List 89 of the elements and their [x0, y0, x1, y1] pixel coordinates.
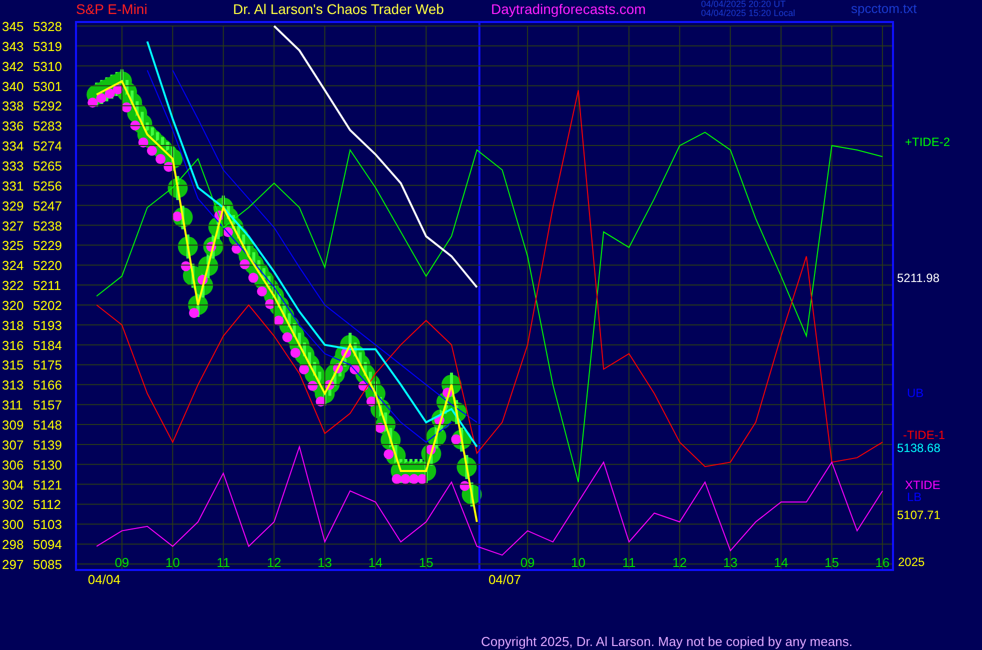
y-axis-label: 5292 [33, 98, 62, 114]
website-name: Daytradingforecasts.com [491, 0, 647, 18]
x-axis-label: 11 [622, 555, 636, 570]
series-label: XTIDE [905, 478, 940, 492]
y-axis-label: 5283 [33, 118, 62, 134]
x-axis-label: 13 [723, 555, 738, 570]
y-axis-label: 5220 [33, 258, 62, 274]
y-axis-label: 5328 [33, 20, 62, 34]
series-label: +TIDE-2 [905, 135, 950, 149]
y-axis-label: 324 [2, 258, 24, 274]
x-axis-label: 10 [165, 555, 180, 570]
y-axis-label: 313 [2, 378, 24, 393]
y-axis-label: 333 [2, 158, 24, 174]
y-axis-label: 302 [2, 497, 24, 512]
y-axis-label: 325 [2, 238, 24, 254]
y-axis-label: 320 [2, 298, 24, 313]
date-label: 04/04 [88, 572, 120, 587]
date-label: 04/07 [488, 572, 521, 587]
chart-title: Dr. Al Larson's Chaos Trader Web [233, 0, 445, 18]
y-axis-label: 5247 [33, 198, 62, 214]
y-axis-label: 306 [2, 457, 24, 472]
y-axis-label: 5085 [33, 557, 62, 572]
y-axis-label: 311 [2, 398, 23, 413]
y-axis-label: 5112 [33, 497, 61, 512]
y-axis-label: 5130 [33, 457, 62, 472]
x-axis-label: 15 [418, 555, 434, 570]
y-axis-label: 5121 [33, 477, 62, 492]
y-axis-label: 5319 [33, 38, 62, 54]
x-axis-label: 10 [571, 555, 586, 570]
y-axis-label: 336 [2, 118, 24, 134]
x-axis-label: 09 [520, 555, 535, 570]
y-axis-label: 316 [2, 338, 24, 353]
series-label: 5138.68 [897, 441, 940, 455]
y-axis-label: 5211 [33, 278, 61, 294]
y-axis-label: 298 [2, 537, 24, 552]
y-axis-label: 5094 [33, 537, 62, 552]
series-label: -TIDE-1 [903, 428, 945, 442]
y-axis-label: 309 [2, 418, 24, 433]
y-axis-label: 5139 [33, 437, 62, 452]
y-axis-label: 5265 [33, 158, 62, 174]
y-axis-label: 5184 [33, 338, 62, 353]
y-axis-label: 5202 [33, 298, 62, 313]
y-axis-label: 5301 [33, 78, 62, 94]
x-axis-label: 14 [368, 555, 383, 570]
y-axis-label: 327 [2, 218, 24, 234]
y-axis-label: 334 [2, 138, 24, 154]
y-axis-label: 343 [2, 38, 24, 54]
y-axis-label: 5256 [33, 178, 62, 194]
x-axis-label: 16 [875, 555, 890, 570]
x-axis-label: 14 [774, 555, 788, 570]
y-axis-label: 304 [2, 477, 24, 492]
y-axis-label: 342 [2, 58, 24, 74]
y-axis-label: 340 [2, 78, 24, 94]
y-axis-label: 329 [2, 198, 24, 214]
y-axis-label: 5229 [33, 238, 62, 254]
y-axis-label: 5310 [33, 58, 62, 74]
y-axis-label: 5274 [33, 138, 62, 154]
series-label: 5211.98 [897, 271, 940, 285]
series-label: 2025 [898, 555, 925, 569]
y-axis-label: 300 [2, 517, 24, 532]
y-axis-label: 318 [2, 318, 24, 333]
x-axis-label: 13 [318, 555, 332, 570]
y-axis-label: 297 [2, 557, 24, 572]
y-axis-label: 5157 [33, 398, 62, 413]
x-axis-label: 09 [114, 555, 130, 570]
y-axis-label: 345 [2, 20, 24, 34]
x-axis-label: 15 [824, 555, 839, 570]
y-axis-label: 5175 [33, 358, 62, 373]
y-axis-label: 5148 [33, 418, 62, 433]
x-axis-label: 12 [672, 555, 687, 570]
timestamp: 04/04/2025 20:20 UT [701, 0, 787, 9]
timestamp: 04/04/2025 15:20 Local [701, 9, 796, 18]
y-axis-label: 5238 [33, 218, 62, 234]
y-axis-label: 338 [2, 98, 24, 114]
series-label: UB [907, 386, 924, 400]
y-axis-label: 5193 [33, 318, 62, 333]
file-name: spcctom.txt [851, 0, 918, 18]
series-label: 5107.71 [897, 508, 940, 522]
y-axis-label: 5103 [33, 517, 62, 532]
y-axis-label: 322 [2, 278, 24, 294]
x-axis-label: 11 [216, 555, 230, 570]
series-label: LB [907, 490, 922, 504]
copyright-text: Copyright 2025, Dr. Al Larson. May not be copied by any means. [481, 634, 852, 649]
y-axis-label: 331 [2, 178, 24, 194]
y-axis-label: 315 [2, 358, 24, 373]
chart-symbol: S&P E-Mini [76, 0, 148, 18]
y-axis-label: 307 [2, 437, 24, 452]
y-axis-label: 5166 [33, 378, 62, 393]
x-axis-label: 12 [266, 555, 282, 570]
